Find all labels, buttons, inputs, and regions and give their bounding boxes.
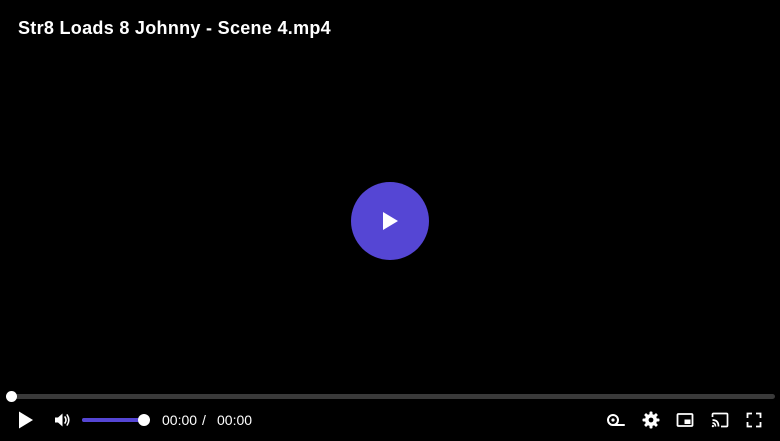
cast-button[interactable] [708, 404, 732, 436]
volume-slider[interactable] [82, 414, 150, 426]
volume-icon [55, 413, 70, 427]
volume-handle[interactable] [138, 414, 150, 426]
play-button[interactable] [12, 404, 40, 436]
progress-handle[interactable] [6, 391, 17, 402]
playback-speed-icon [607, 414, 625, 426]
fullscreen-icon [746, 412, 762, 428]
play-icon [19, 411, 33, 429]
big-play-button[interactable] [351, 182, 429, 260]
duration: 00:00 [217, 412, 253, 428]
picture-in-picture-icon [676, 413, 694, 427]
current-time: 00:00 [162, 412, 198, 428]
video-player[interactable]: Str8 Loads 8 Johnny - Scene 4.mp4 00:00 [0, 0, 780, 441]
cast-icon [711, 412, 729, 428]
playback-speed-button[interactable] [604, 404, 628, 436]
fullscreen-button[interactable] [742, 404, 766, 436]
control-bar: 00:00 / 00:00 [0, 404, 780, 436]
play-icon [383, 212, 398, 230]
progress-bar[interactable] [6, 391, 775, 402]
video-title: Str8 Loads 8 Johnny - Scene 4.mp4 [18, 18, 331, 38]
gear-icon [642, 411, 660, 429]
volume-fill [82, 418, 144, 422]
settings-button[interactable] [639, 404, 663, 436]
picture-in-picture-button[interactable] [673, 404, 697, 436]
mute-button[interactable] [50, 404, 74, 436]
time-separator: / [202, 412, 206, 428]
